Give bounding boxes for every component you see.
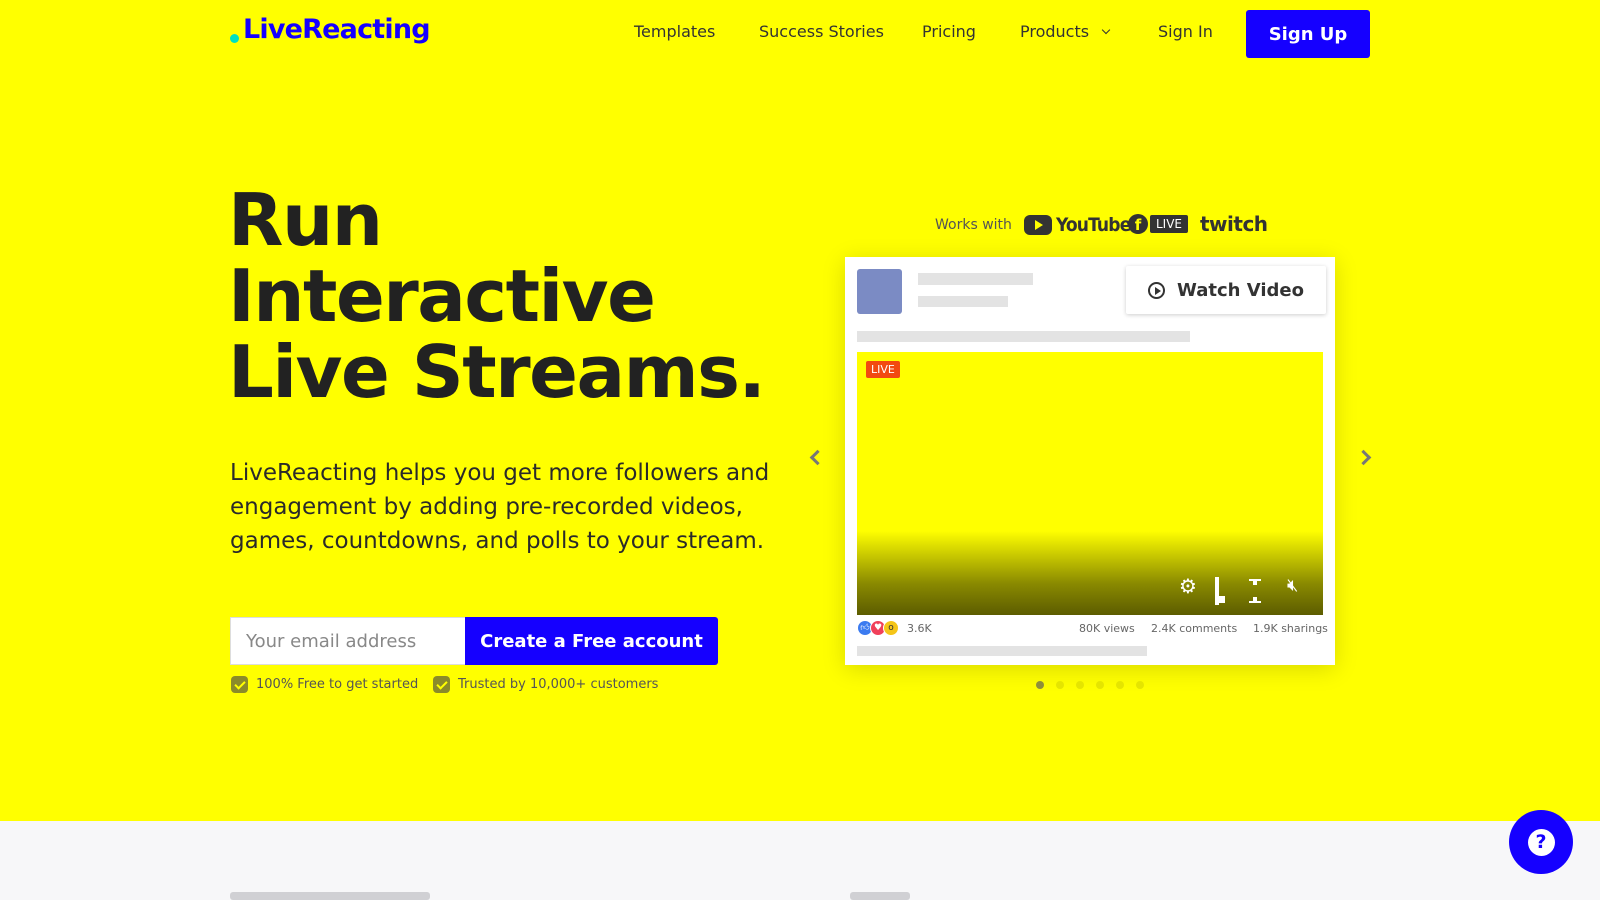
trust-text: Trusted by 10,000+ customers	[458, 677, 659, 692]
nav-products-label: Products	[1020, 22, 1090, 41]
create-account-button[interactable]: Create a Free account	[465, 617, 718, 665]
email-input[interactable]	[230, 617, 465, 665]
trust-text: 100% Free to get started	[256, 677, 419, 692]
section-heading-fragment	[850, 892, 910, 900]
stream-preview-card: Watch Video LIVE ⚙ 🔇︎ 👍︎ ♥ o 3.6K 80K vi…	[845, 257, 1335, 665]
logo[interactable]: LiveReacting	[230, 14, 431, 45]
carousel-dot-2[interactable]	[1056, 681, 1064, 689]
views-count: 80K views	[1079, 622, 1135, 635]
carousel-dot-1[interactable]	[1036, 681, 1044, 689]
placeholder-line	[918, 296, 1008, 307]
facebook-live-badge: LIVE	[1150, 215, 1189, 233]
placeholder-line	[857, 331, 1190, 342]
carousel-dot-4[interactable]	[1096, 681, 1104, 689]
youtube-play-icon	[1024, 215, 1052, 235]
headline-line-1: Run	[228, 178, 383, 262]
settings-gear-icon[interactable]: ⚙	[1179, 574, 1197, 598]
nav-templates[interactable]: Templates	[634, 22, 715, 41]
features-section	[0, 821, 1600, 900]
video-player[interactable]: LIVE ⚙ 🔇︎	[857, 352, 1323, 615]
headline-line-3: Live Streams.	[228, 330, 766, 414]
mute-icon[interactable]: 🔇︎	[1287, 575, 1298, 596]
live-badge: LIVE	[866, 361, 900, 378]
play-circle-icon	[1148, 281, 1166, 299]
nav-pricing[interactable]: Pricing	[922, 22, 976, 41]
hero-headline: Run Interactive Live Streams.	[228, 178, 766, 414]
facebook-live-logo: f LIVE	[1128, 214, 1189, 234]
watch-video-button[interactable]: Watch Video	[1126, 266, 1326, 314]
sign-up-button[interactable]: Sign Up	[1246, 10, 1370, 58]
placeholder-line	[857, 646, 1147, 656]
wow-icon: o	[883, 620, 899, 636]
hero-subtext: LiveReacting helps you get more follower…	[230, 460, 770, 554]
watch-video-label: Watch Video	[1177, 279, 1304, 301]
carousel-dot-6[interactable]	[1136, 681, 1144, 689]
section-heading-fragment	[230, 892, 430, 900]
check-icon	[433, 676, 450, 693]
reaction-icons: 👍︎ ♥ o	[857, 620, 899, 636]
works-with-label: Works with	[935, 217, 1012, 233]
trust-item-customers: Trusted by 10,000+ customers	[433, 676, 658, 693]
placeholder-line	[918, 273, 1033, 285]
check-icon	[231, 676, 248, 693]
twitch-logo: twitch	[1200, 212, 1268, 236]
sharings-count: 1.9K sharings	[1253, 622, 1328, 635]
carousel-dots	[1036, 681, 1144, 689]
help-button[interactable]: ?	[1509, 810, 1573, 874]
chevron-down-icon	[1101, 25, 1111, 34]
headline-line-2: Interactive	[228, 254, 656, 338]
nav-success-stories[interactable]: Success Stories	[759, 22, 884, 41]
nav-products[interactable]: Products	[1020, 22, 1111, 41]
carousel-dot-3[interactable]	[1076, 681, 1084, 689]
carousel-dot-5[interactable]	[1116, 681, 1124, 689]
trust-item-free: 100% Free to get started	[231, 676, 418, 693]
youtube-wordmark: YouTube	[1056, 214, 1131, 236]
question-icon: ?	[1527, 828, 1555, 856]
youtube-logo: YouTube	[1024, 214, 1131, 236]
comments-count: 2.4K comments	[1151, 622, 1238, 635]
pip-icon[interactable]	[1215, 577, 1219, 605]
logo-text: LiveReacting	[243, 14, 431, 45]
facebook-icon: f	[1128, 214, 1148, 234]
reaction-count: 3.6K	[907, 622, 932, 635]
nav-sign-in[interactable]: Sign In	[1158, 22, 1213, 41]
page-avatar	[857, 269, 902, 314]
